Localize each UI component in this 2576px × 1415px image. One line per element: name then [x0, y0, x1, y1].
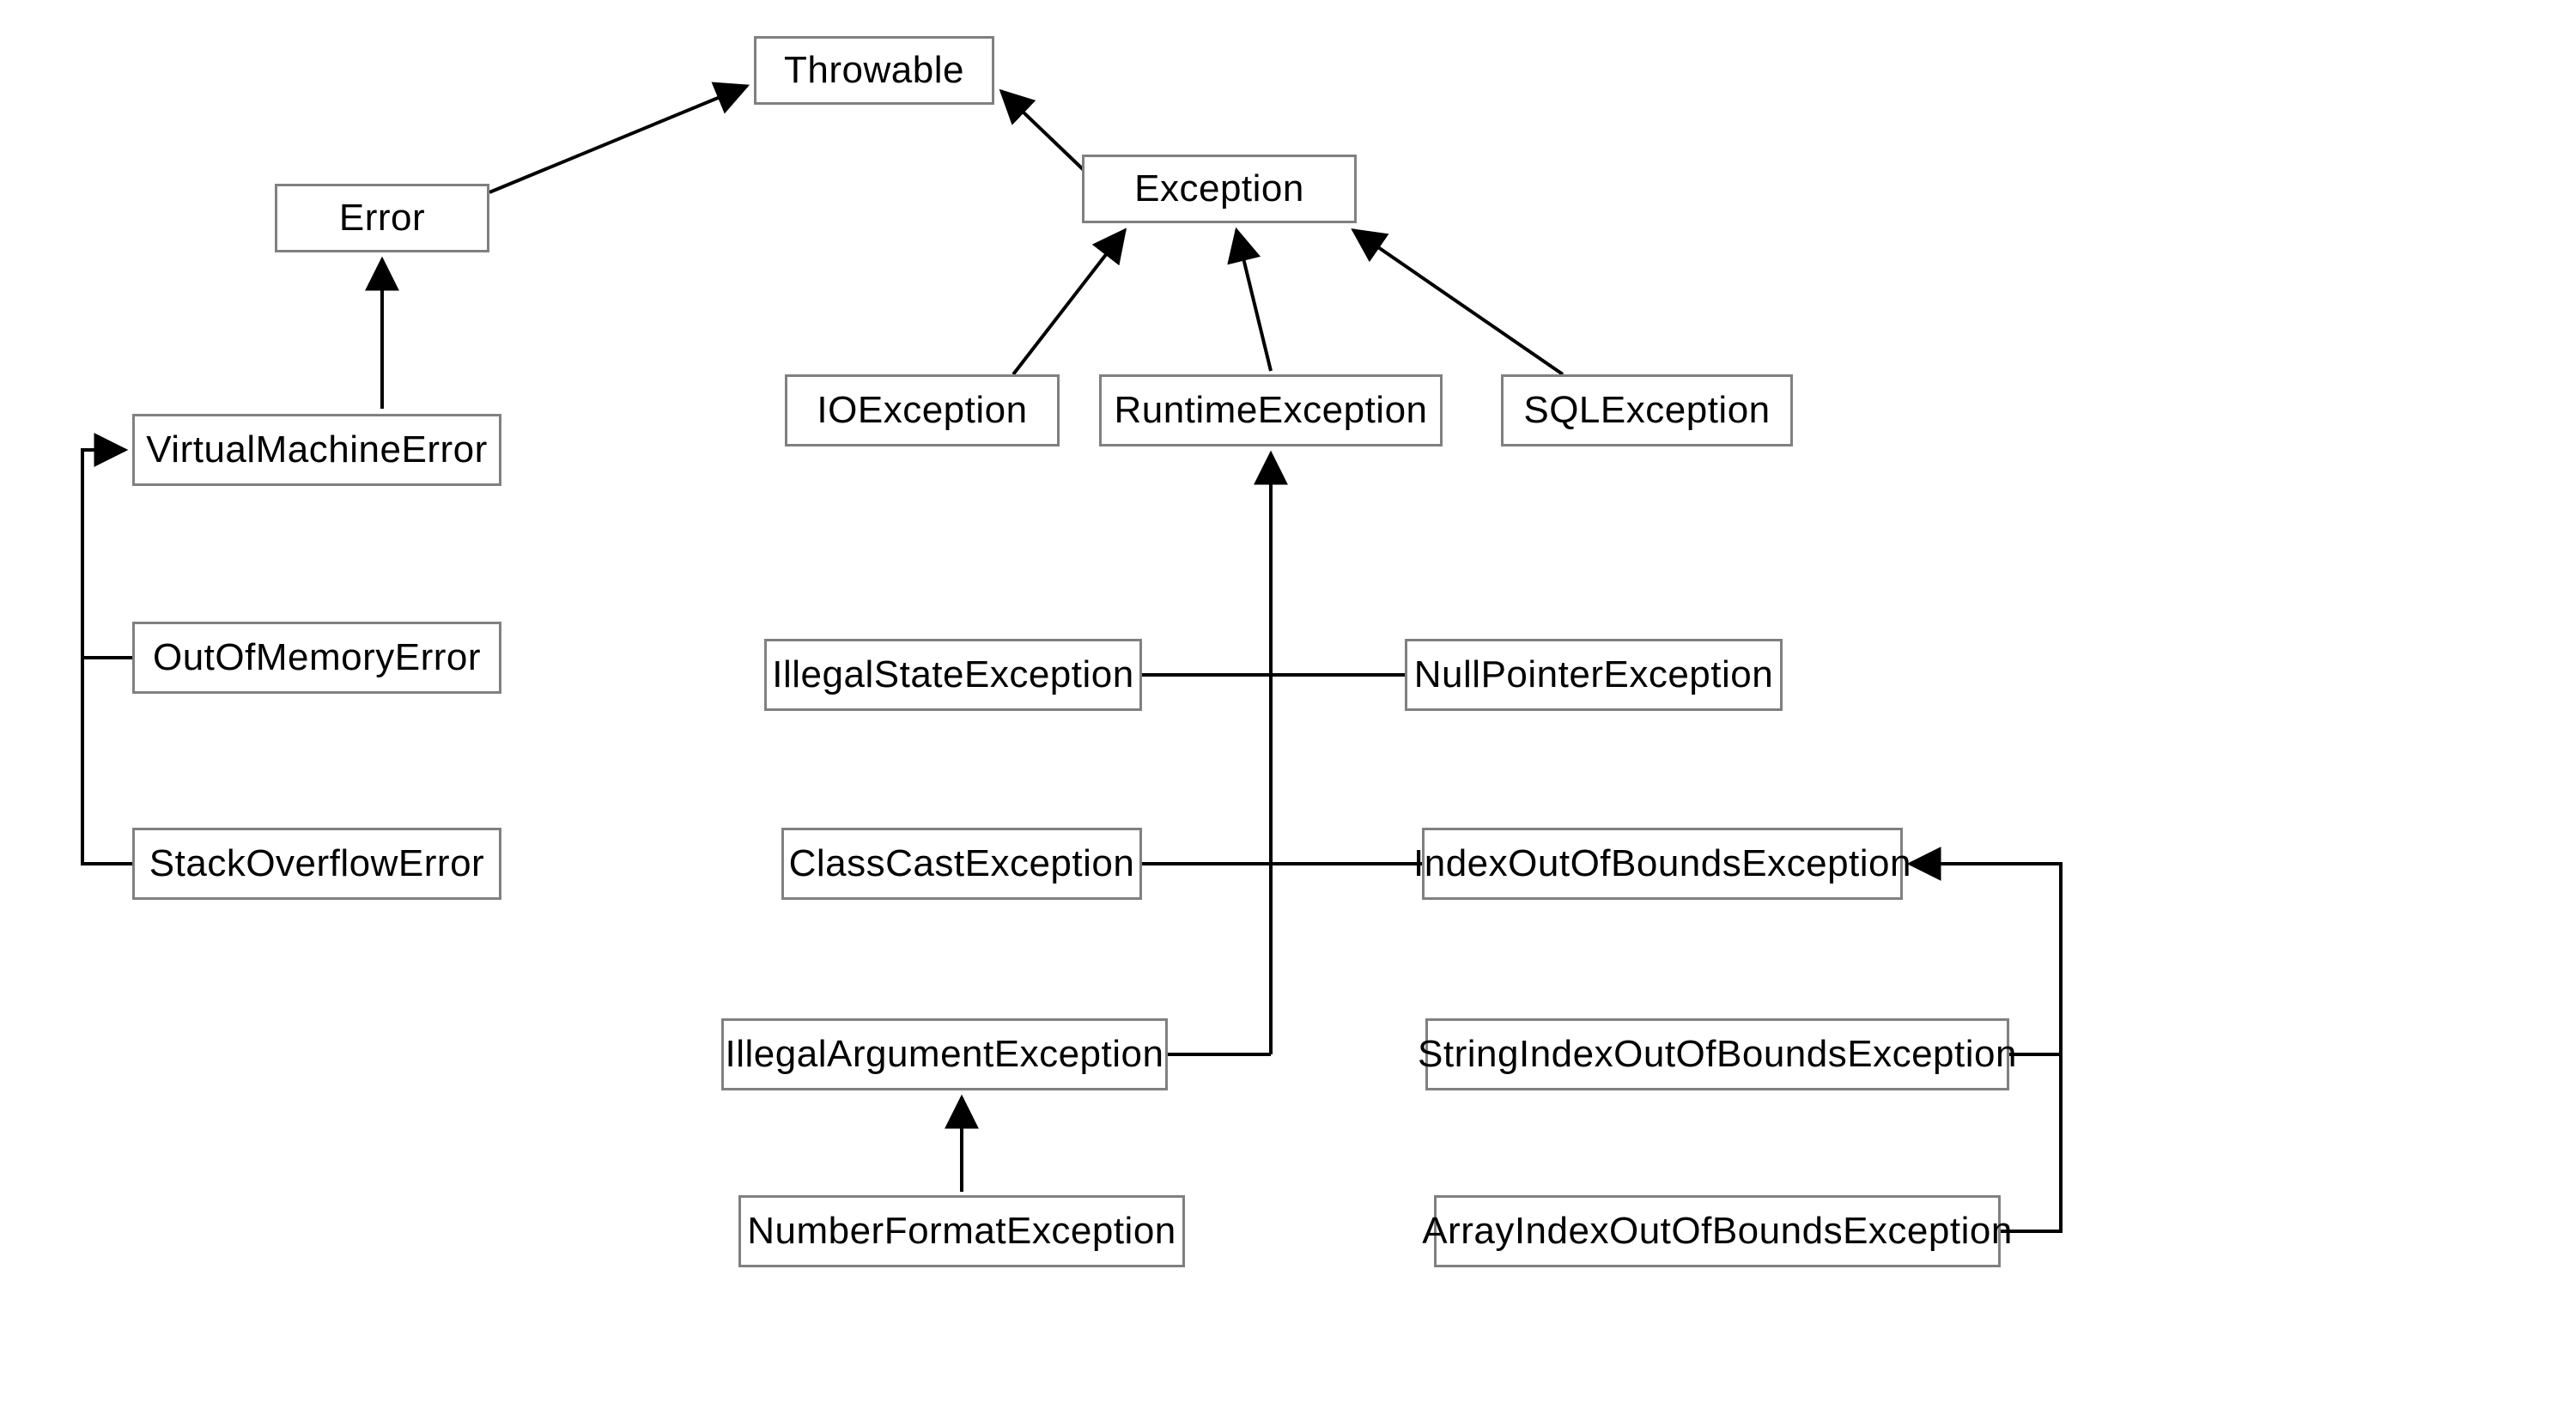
node-io-exception: IOException: [785, 374, 1060, 446]
diagram-canvas: Throwable Error Exception VirtualMachine…: [0, 0, 2576, 1415]
node-runtime-exception: RuntimeException: [1099, 374, 1443, 446]
node-string-index-out-of-bounds-exception: StringIndexOutOfBoundsException: [1425, 1018, 2009, 1090]
node-label: StringIndexOutOfBoundsException: [1418, 1033, 2017, 1076]
node-label: ClassCastException: [789, 842, 1135, 885]
node-exception: Exception: [1082, 155, 1357, 223]
node-illegal-state-exception: IllegalStateException: [764, 639, 1142, 711]
node-label: SQLException: [1523, 389, 1770, 432]
edge-sqlexception-exception: [1353, 230, 1563, 374]
node-out-of-memory-error: OutOfMemoryError: [132, 622, 501, 694]
edge-exception-throwable: [1001, 91, 1084, 170]
node-label: Error: [339, 197, 425, 240]
node-null-pointer-exception: NullPointerException: [1405, 639, 1783, 711]
node-label: IllegalStateException: [772, 653, 1133, 696]
edge-error-throwable: [489, 86, 747, 192]
node-label: StackOverflowError: [149, 842, 484, 885]
node-throwable: Throwable: [754, 36, 994, 105]
node-label: NumberFormatException: [747, 1210, 1176, 1253]
node-label: IOException: [817, 389, 1027, 432]
node-label: ArrayIndexOutOfBoundsException: [1422, 1210, 2013, 1253]
node-stack-overflow-error: StackOverflowError: [132, 828, 501, 900]
node-label: OutOfMemoryError: [153, 636, 481, 679]
node-label: IndexOutOfBoundsException: [1413, 842, 1911, 885]
node-label: NullPointerException: [1414, 653, 1773, 696]
node-label: Exception: [1134, 167, 1304, 210]
edge-soe-vme: [82, 658, 132, 864]
node-label: VirtualMachineError: [146, 428, 488, 471]
node-class-cast-exception: ClassCastException: [781, 828, 1142, 900]
node-label: Throwable: [784, 49, 964, 92]
node-index-out-of-bounds-exception: IndexOutOfBoundsException: [1422, 828, 1903, 900]
edge-runtimeexception-exception: [1236, 230, 1271, 371]
node-error: Error: [275, 184, 489, 252]
node-sql-exception: SQLException: [1501, 374, 1793, 446]
node-label: RuntimeException: [1114, 389, 1427, 432]
edge-ioexception-exception: [1013, 230, 1125, 374]
edge-aioob-ioob: [2001, 1054, 2061, 1231]
node-label: IllegalArgumentException: [726, 1033, 1164, 1076]
node-illegal-argument-exception: IllegalArgumentException: [721, 1018, 1168, 1090]
node-array-index-out-of-bounds-exception: ArrayIndexOutOfBoundsException: [1434, 1195, 2001, 1267]
edge-oome-vme: [82, 450, 132, 658]
node-virtual-machine-error: VirtualMachineError: [132, 414, 501, 486]
node-number-format-exception: NumberFormatException: [738, 1195, 1185, 1267]
